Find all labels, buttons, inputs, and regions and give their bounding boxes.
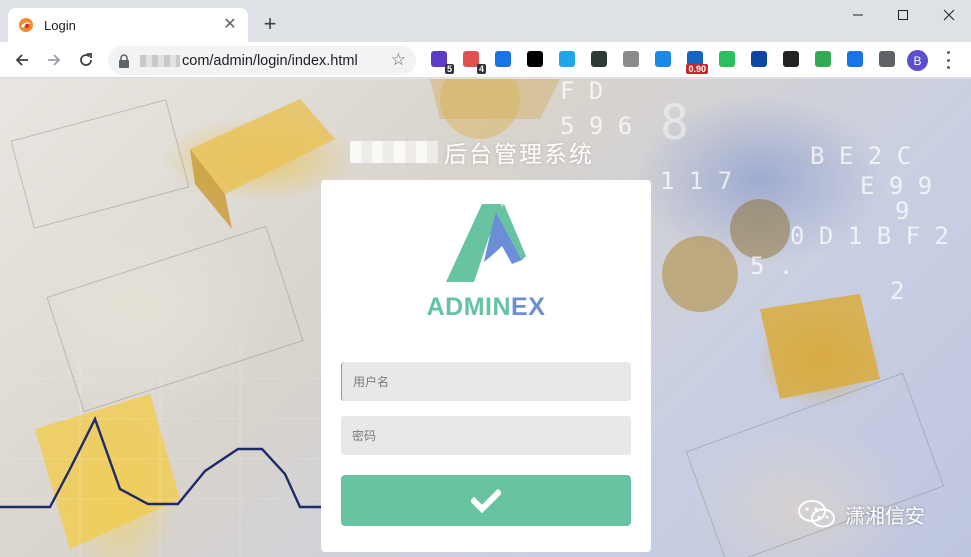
extension-grid-icon[interactable] bbox=[846, 50, 864, 68]
extension-glasses-glyph bbox=[783, 51, 799, 67]
tab-title: Login bbox=[44, 17, 76, 33]
address-bar[interactable]: com/admin/login/index.html ☆ bbox=[108, 46, 416, 75]
tab-strip: Login ✕ + bbox=[0, 0, 971, 42]
login-card: ADMINEX bbox=[321, 180, 651, 552]
extension-download-glyph bbox=[815, 51, 831, 67]
extension-puzzle-icon[interactable] bbox=[878, 50, 896, 68]
extension-pin-icon[interactable] bbox=[494, 50, 512, 68]
reload-icon[interactable] bbox=[74, 48, 98, 72]
extension-badge: 0.90 bbox=[686, 64, 708, 74]
extension-link-icon[interactable]: 4 bbox=[462, 50, 486, 74]
extension-chart-icon[interactable]: 0.90 bbox=[686, 50, 708, 74]
browser-toolbar: com/admin/login/index.html ☆ 5 4 0.90 B bbox=[0, 42, 971, 78]
svg-text:F D: F D bbox=[560, 79, 603, 105]
svg-text:2: 2 bbox=[890, 277, 904, 305]
watermark-text: 潇湘信安 bbox=[845, 503, 925, 528]
extension-grid-glyph bbox=[847, 51, 863, 67]
url-text: com/admin/login/index.html bbox=[182, 52, 358, 69]
browser-tab[interactable]: Login ✕ bbox=[8, 8, 248, 42]
username-input[interactable] bbox=[341, 362, 631, 401]
extension-puzzle-glyph bbox=[879, 51, 895, 67]
extension-glasses-icon[interactable] bbox=[782, 50, 800, 68]
brand-ex-text: EX bbox=[511, 293, 546, 321]
extension-dark-square-glyph bbox=[591, 51, 607, 67]
extension-bars-icon[interactable] bbox=[750, 50, 768, 68]
extension-dark-square-icon[interactable] bbox=[590, 50, 608, 68]
extension-evernote-icon[interactable] bbox=[718, 50, 736, 68]
login-page: 5 9 6 8 B E 2 C E 9 9 1 1 7 0 D 1 B F 2 … bbox=[0, 79, 971, 557]
site-title: 后台管理系统 bbox=[350, 137, 594, 168]
adminex-logo-icon bbox=[446, 204, 526, 282]
login-submit-button[interactable] bbox=[341, 475, 631, 526]
close-window-icon[interactable] bbox=[934, 4, 964, 26]
svg-text:B E 2 C: B E 2 C bbox=[810, 142, 911, 170]
brand-admin-text: ADMIN bbox=[426, 293, 512, 321]
tab-close-icon[interactable]: ✕ bbox=[222, 17, 238, 33]
extension-badge: 5 bbox=[444, 64, 454, 74]
forward-arrow-icon[interactable] bbox=[42, 48, 66, 72]
maximize-window-icon[interactable] bbox=[888, 4, 918, 26]
svg-text:0 D 1 B F 2: 0 D 1 B F 2 bbox=[790, 222, 949, 250]
site-favicon-icon bbox=[18, 17, 34, 33]
extension-send-glyph bbox=[655, 51, 671, 67]
extension-ring-icon[interactable] bbox=[526, 50, 544, 68]
extension-mail-icon[interactable] bbox=[622, 50, 640, 68]
extension-mail-glyph bbox=[623, 51, 639, 67]
wechat-icon bbox=[798, 500, 835, 528]
svg-text:8: 8 bbox=[660, 95, 689, 151]
back-arrow-icon[interactable] bbox=[10, 48, 34, 72]
site-title-text: 后台管理系统 bbox=[444, 142, 594, 168]
minimize-window-icon[interactable] bbox=[843, 4, 873, 26]
extension-purple-icon[interactable]: 5 bbox=[430, 50, 454, 74]
new-tab-icon[interactable]: + bbox=[258, 12, 282, 36]
extension-send-icon[interactable] bbox=[654, 50, 672, 68]
url-redacted-mask bbox=[140, 54, 180, 67]
svg-text:5 .: 5 . bbox=[750, 252, 793, 280]
extension-cube-icon[interactable] bbox=[558, 50, 576, 68]
profile-avatar[interactable]: B bbox=[907, 50, 928, 71]
svg-text:1 1 7: 1 1 7 bbox=[660, 167, 732, 195]
extension-badge: 4 bbox=[476, 64, 486, 74]
watermark: 潇湘信安 bbox=[797, 499, 925, 529]
browser-menu-icon[interactable] bbox=[945, 51, 951, 69]
extension-evernote-glyph bbox=[719, 51, 735, 67]
brand-logo-text: ADMINEX bbox=[321, 293, 651, 322]
lock-icon bbox=[118, 53, 130, 68]
extension-cube-glyph bbox=[559, 51, 575, 67]
extension-bars-glyph bbox=[751, 51, 767, 67]
extension-pin-glyph bbox=[495, 51, 511, 67]
bookmark-star-icon[interactable]: ☆ bbox=[391, 51, 406, 69]
checkmark-icon bbox=[471, 488, 501, 513]
extension-download-icon[interactable] bbox=[814, 50, 832, 68]
password-input[interactable] bbox=[341, 416, 631, 455]
svg-text:E 9 9: E 9 9 bbox=[860, 172, 932, 200]
extension-ring-glyph bbox=[527, 51, 543, 67]
site-name-redacted-mask bbox=[350, 141, 438, 163]
svg-text:9: 9 bbox=[895, 197, 909, 225]
